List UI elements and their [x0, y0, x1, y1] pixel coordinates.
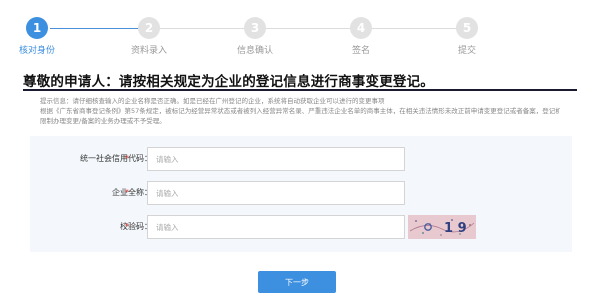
required-mark: * [125, 188, 129, 197]
hint-line: 提示信息：请仔细核查输入的企业名称是否正确。如是已经在广州登记的企业，系统将自动… [40, 97, 385, 105]
step-info-confirm: 3 信息确认 [210, 17, 300, 56]
progress-stepper: 1 核对身份 2 资料录入 3 信息确认 4 签名 5 提交 [0, 17, 600, 57]
step-label: 资料录入 [130, 46, 167, 56]
step-number: 1 [26, 17, 48, 39]
hint-line: 根据《广东省商事登记条例》第57条规定，被标记为经营异常状态或者被列入经营异常名… [40, 106, 560, 115]
credit-code-input[interactable] [147, 147, 405, 171]
step-verify-identity: 1 核对身份 [0, 17, 82, 56]
company-name-row: 企业全称： * [30, 181, 572, 205]
captcha-image-text: 1 9 [444, 221, 467, 236]
captcha-row: 校验码： * 1 9 [30, 215, 572, 239]
step-number: 3 [244, 17, 266, 39]
step-label: 信息确认 [236, 46, 273, 56]
company-name-label: 企业全称： [112, 188, 152, 197]
hint-text: 提示信息：请仔细核查输入的企业名称是否正确。如是已经在广州登记的企业，系统将自动… [40, 97, 560, 126]
query-form: 统一社会信用代码： * 企业全称： * 校验码： * 1 9 [30, 136, 572, 252]
hint-line: 限制办理变更/备案的业务办理或不予受理。 [40, 116, 166, 125]
required-mark: * [125, 222, 129, 231]
step-number: 2 [138, 17, 160, 39]
step-label: 核对身份 [18, 46, 55, 56]
title-divider [23, 89, 577, 91]
credit-code-row: 统一社会信用代码： * [30, 147, 572, 171]
step-submit: 5 提交 [422, 17, 512, 56]
required-mark: * [125, 154, 129, 163]
step-signature: 4 签名 [316, 17, 406, 56]
step-number: 4 [350, 17, 372, 39]
captcha-input[interactable] [147, 215, 405, 239]
captcha-image[interactable]: 1 9 [408, 215, 476, 239]
step-data-entry: 2 资料录入 [104, 17, 194, 56]
step-number: 5 [456, 17, 478, 39]
next-step-button[interactable]: 下一步 [258, 271, 336, 293]
step-label: 签名 [351, 46, 370, 56]
credit-code-label: 统一社会信用代码： [80, 154, 152, 163]
step-label: 提交 [457, 46, 476, 56]
company-name-input[interactable] [147, 181, 405, 205]
page-title: 尊敬的申请人：请按相关规定为企业的登记信息进行商事变更登记。 [23, 74, 434, 90]
